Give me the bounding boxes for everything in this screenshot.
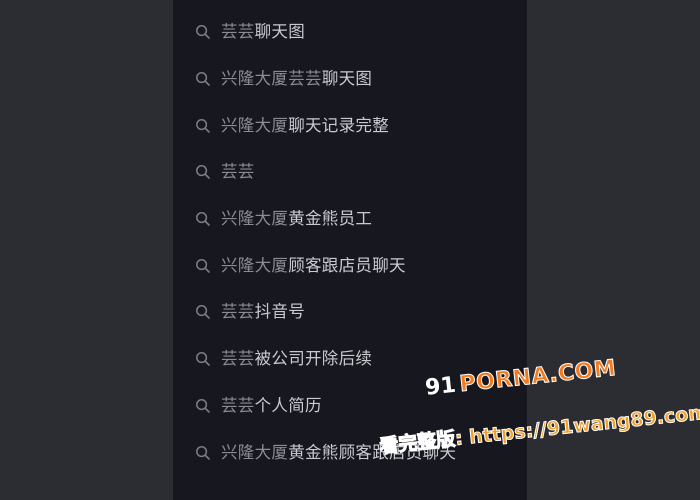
suggestion-label: 芸芸聊天图 [221, 22, 305, 42]
page: 芸芸聊天图 兴隆大厦芸芸聊天图 兴隆大厦聊天记录完整 芸芸 兴隆大厦黄金熊员工 兴隆大厦顾… [0, 0, 700, 500]
suggestion-label: 芸芸抖音号 [221, 302, 305, 322]
suggestion-completion: 黄金熊员工 [288, 209, 373, 229]
suggestion-item[interactable]: 芸芸聊天图 [173, 9, 527, 56]
suggestion-query-match: 兴隆大厦 [221, 115, 289, 135]
suggestion-label: 兴隆大厦芸芸聊天图 [221, 69, 372, 89]
search-icon [194, 350, 212, 368]
suggestion-list: 芸芸聊天图 兴隆大厦芸芸聊天图 兴隆大厦聊天记录完整 芸芸 兴隆大厦黄金熊员工 兴隆大厦顾… [173, 9, 527, 476]
suggestion-item[interactable]: 兴隆大厦芸芸聊天图 [173, 56, 527, 103]
suggestion-query-match: 芸芸 [221, 349, 255, 369]
suggestion-query-match: 芸芸 [221, 162, 255, 182]
suggestion-query-match: 兴隆大厦芸芸 [221, 69, 322, 89]
suggestion-item[interactable]: 兴隆大厦聊天记录完整 [173, 102, 527, 149]
suggestion-query-match: 兴隆大厦 [221, 255, 289, 275]
suggestion-query-match: 芸芸 [221, 395, 255, 415]
search-icon [194, 303, 212, 321]
suggestion-label: 芸芸被公司开除后续 [221, 349, 372, 369]
suggestion-completion: 顾客跟店员聊天 [288, 255, 406, 275]
search-icon [194, 117, 212, 135]
search-icon [194, 163, 212, 181]
suggestion-item[interactable]: 芸芸个人简历 [173, 383, 527, 430]
search-icon [194, 210, 212, 228]
suggestion-completion: 聊天图 [254, 22, 306, 42]
suggestion-query-match: 芸芸 [221, 22, 255, 42]
suggestion-label: 芸芸 [221, 162, 255, 182]
search-icon [194, 444, 212, 462]
search-icon [194, 70, 212, 88]
suggestion-item[interactable]: 芸芸被公司开除后续 [173, 336, 527, 383]
suggestion-item[interactable]: 兴隆大厦黄金熊顾客跟店员聊天 [173, 429, 527, 476]
suggestion-completion: 聊天记录完整 [288, 115, 390, 135]
suggestion-item[interactable]: 兴隆大厦顾客跟店员聊天 [173, 242, 527, 289]
suggestion-query-match: 芸芸 [221, 302, 255, 322]
suggestion-completion: 被公司开除后续 [254, 349, 373, 369]
suggestion-query-match: 兴隆大厦 [221, 209, 289, 229]
suggestion-label: 兴隆大厦黄金熊顾客跟店员聊天 [221, 443, 456, 463]
suggestion-item[interactable]: 兴隆大厦黄金熊员工 [173, 196, 527, 243]
suggestion-query-match: 兴隆大厦 [221, 442, 289, 462]
suggestion-label: 芸芸个人简历 [221, 396, 322, 416]
search-icon [194, 397, 212, 415]
suggestion-completion: 聊天图 [321, 69, 373, 89]
suggestion-completion: 个人简历 [254, 395, 322, 415]
suggestion-completion: 抖音号 [254, 302, 306, 322]
suggestion-item[interactable]: 芸芸抖音号 [173, 289, 527, 336]
search-suggestions-panel: 芸芸聊天图 兴隆大厦芸芸聊天图 兴隆大厦聊天记录完整 芸芸 兴隆大厦黄金熊员工 兴隆大厦顾… [173, 0, 527, 500]
suggestion-completion: 黄金熊顾客跟店员聊天 [288, 442, 457, 462]
suggestion-label: 兴隆大厦聊天记录完整 [221, 116, 389, 136]
suggestion-label: 兴隆大厦黄金熊员工 [221, 209, 372, 229]
suggestion-label: 兴隆大厦顾客跟店员聊天 [221, 256, 406, 276]
search-icon [194, 23, 212, 41]
search-icon [194, 257, 212, 275]
suggestion-item[interactable]: 芸芸 [173, 149, 527, 196]
